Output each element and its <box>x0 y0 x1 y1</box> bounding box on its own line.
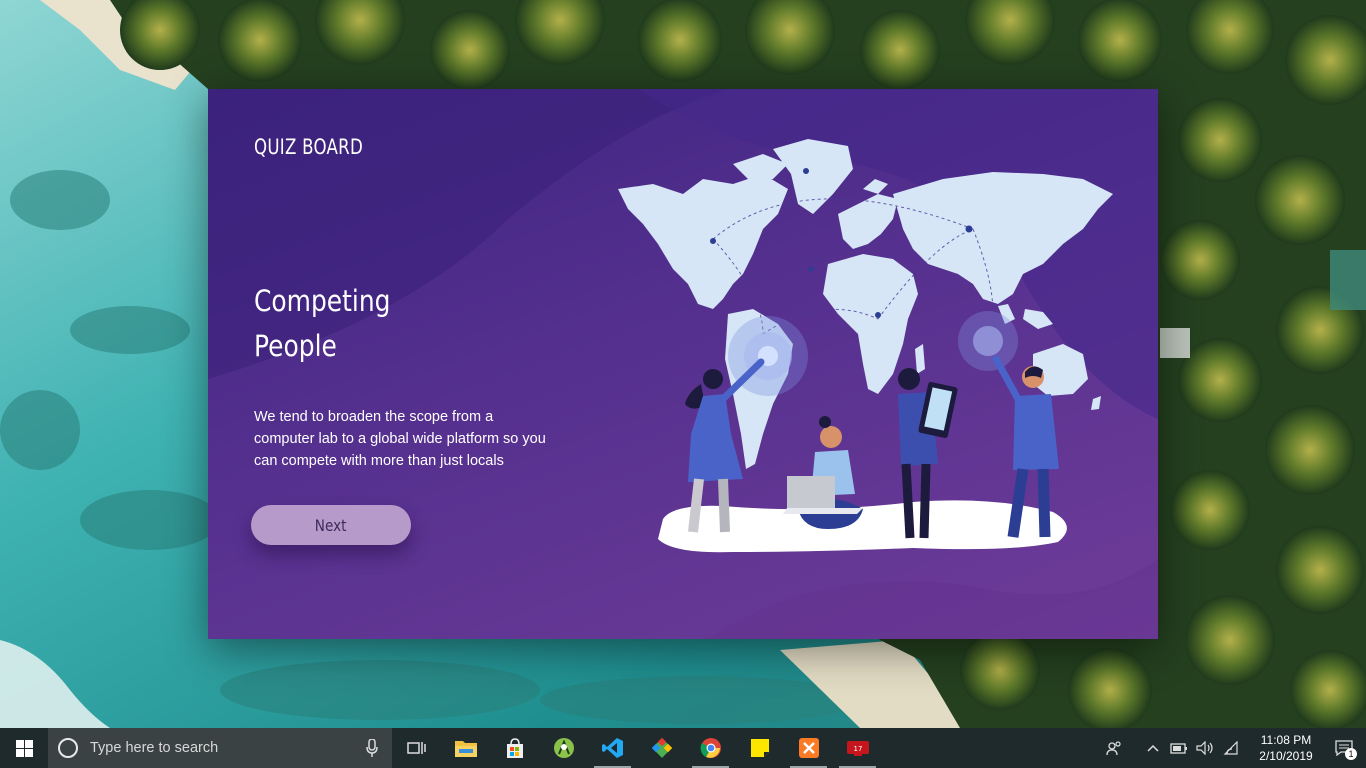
media-app-icon[interactable]: 17 <box>833 728 882 768</box>
action-center-icon[interactable]: 1 <box>1322 728 1366 768</box>
system-tray: 11:08 PM 2/10/2019 1 <box>1101 728 1366 768</box>
cortana-icon[interactable] <box>58 738 78 758</box>
world-map-illustration <box>618 139 1113 553</box>
quiz-board-window: QUIZ BOARD Competing People We tend to b… <box>208 89 1158 639</box>
search-input[interactable] <box>88 739 342 757</box>
vscode-icon[interactable] <box>588 728 637 768</box>
clock-time: 11:08 PM <box>1260 733 1312 747</box>
chrome-icon[interactable] <box>686 728 735 768</box>
next-button-label: Next <box>315 515 347 535</box>
taskbar-search[interactable] <box>48 728 392 768</box>
start-button[interactable] <box>0 728 48 768</box>
battery-icon[interactable] <box>1167 728 1191 768</box>
git-icon[interactable] <box>637 728 686 768</box>
chevron-up-icon[interactable] <box>1141 728 1165 768</box>
headline-line-1: Competing <box>254 284 391 318</box>
wifi-icon[interactable] <box>1219 728 1243 768</box>
task-view-icon[interactable] <box>392 728 441 768</box>
microphone-icon[interactable] <box>366 739 378 757</box>
person-figure-2 <box>783 416 863 529</box>
file-explorer-icon[interactable] <box>441 728 490 768</box>
sticky-notes-icon[interactable] <box>735 728 784 768</box>
notification-badge: 1 <box>1345 748 1357 760</box>
brand-title: QUIZ BOARD <box>254 135 364 159</box>
xampp-icon[interactable] <box>784 728 833 768</box>
volume-icon[interactable] <box>1193 728 1217 768</box>
taskbar-clock[interactable]: 11:08 PM 2/10/2019 <box>1250 732 1322 764</box>
android-studio-icon[interactable] <box>539 728 588 768</box>
taskbar: 17 11:08 PM 2/10/2019 1 <box>0 728 1366 768</box>
store-icon[interactable] <box>490 728 539 768</box>
headline-line-2: People <box>254 329 337 363</box>
description-text: We tend to broaden the scope from a comp… <box>254 409 546 469</box>
svg-text:17: 17 <box>853 745 862 753</box>
headline: Competing People <box>254 279 390 369</box>
clock-date: 2/10/2019 <box>1259 749 1313 763</box>
next-button[interactable]: Next <box>251 505 411 545</box>
people-icon[interactable] <box>1102 728 1126 768</box>
windows-logo-icon <box>15 739 33 757</box>
